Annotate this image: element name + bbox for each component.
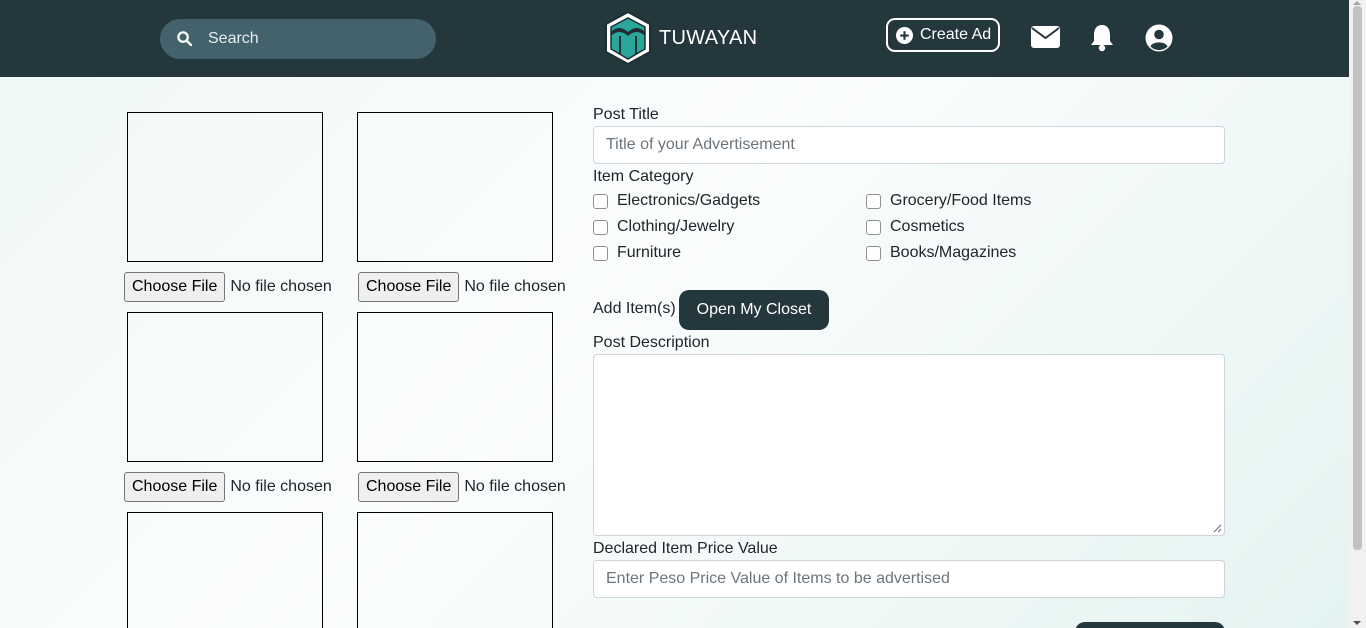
category-label: Grocery/Food Items [890, 192, 1032, 209]
image-preview-4 [357, 312, 553, 462]
checkbox[interactable] [593, 245, 608, 261]
search-icon [177, 31, 192, 46]
category-checkbox-clothing[interactable]: Clothing/Jewelry [593, 218, 734, 236]
category-checkbox-furniture[interactable]: Furniture [593, 244, 681, 262]
image-preview-1 [127, 112, 323, 262]
user-account-icon[interactable] [1145, 24, 1173, 52]
file-upload-4[interactable]: Choose File No file chosen [358, 472, 566, 502]
bell-icon[interactable] [1089, 23, 1115, 52]
choose-file-button-3[interactable]: Choose File [124, 472, 226, 502]
checkbox[interactable] [866, 193, 881, 209]
navbar: TUWAYAN Create Ad [0, 0, 1349, 77]
category-label: Books/Magazines [890, 244, 1017, 261]
create-ad-label: Create Ad [920, 26, 992, 43]
file-status-2: No file chosen [464, 278, 566, 295]
image-preview-3 [127, 312, 323, 462]
category-checkbox-books[interactable]: Books/Magazines [866, 244, 1016, 262]
scroll-thumb[interactable] [1353, 6, 1362, 550]
category-checkbox-grocery[interactable]: Grocery/Food Items [866, 192, 1031, 210]
search-bar[interactable] [160, 19, 436, 59]
file-upload-3[interactable]: Choose File No file chosen [124, 472, 332, 502]
category-label: Electronics/Gadgets [617, 192, 761, 209]
checkbox[interactable] [866, 219, 881, 235]
post-description-textarea[interactable] [593, 354, 1225, 536]
category-checkbox-electronics[interactable]: Electronics/Gadgets [593, 192, 760, 210]
image-preview-6 [357, 512, 553, 628]
checkbox[interactable] [866, 245, 881, 261]
resize-handle-icon[interactable] [1213, 524, 1222, 533]
checkbox[interactable] [593, 219, 608, 235]
file-status-1: No file chosen [230, 278, 332, 295]
category-label: Furniture [617, 244, 682, 261]
choose-file-button-1[interactable]: Choose File [124, 272, 226, 302]
create-ad-button[interactable]: Create Ad [886, 18, 1000, 52]
page-scrollbar[interactable] [1349, 0, 1366, 628]
open-my-closet-button[interactable]: Open My Closet [679, 290, 829, 330]
image-preview-5 [127, 512, 323, 628]
scroll-down-arrow-icon[interactable] [1353, 621, 1361, 625]
choose-file-button-4[interactable]: Choose File [358, 472, 460, 502]
category-label: Cosmetics [890, 218, 965, 235]
checkbox[interactable] [593, 193, 608, 209]
add-items-label: Add Item(s) [593, 300, 676, 317]
tuwayan-logo-icon [605, 10, 651, 66]
category-label: Clothing/Jewelry [617, 218, 735, 235]
file-status-4: No file chosen [464, 478, 566, 495]
brand-name: TUWAYAN [659, 26, 758, 49]
file-upload-1[interactable]: Choose File No file chosen [124, 272, 332, 302]
choose-file-button-2[interactable]: Choose File [358, 272, 460, 302]
plus-circle-icon [896, 26, 913, 44]
price-value-input[interactable]: Enter Peso Price Value of Items to be ad… [593, 560, 1225, 598]
post-description-label: Post Description [593, 334, 710, 351]
price-value-label: Declared Item Price Value [593, 540, 778, 557]
scroll-up-arrow-icon[interactable] [1353, 1, 1361, 5]
submit-button[interactable] [1075, 622, 1225, 628]
file-status-3: No file chosen [230, 478, 332, 495]
image-preview-2 [357, 112, 553, 262]
envelope-icon[interactable] [1031, 26, 1060, 48]
post-title-label: Post Title [593, 106, 659, 123]
file-upload-2[interactable]: Choose File No file chosen [358, 272, 566, 302]
search-input[interactable] [208, 27, 418, 51]
item-category-label: Item Category [593, 168, 694, 185]
category-checkbox-cosmetics[interactable]: Cosmetics [866, 218, 965, 236]
brand-logo[interactable]: TUWAYAN [603, 10, 757, 66]
post-title-input[interactable]: Title of your Advertisement [593, 126, 1225, 164]
